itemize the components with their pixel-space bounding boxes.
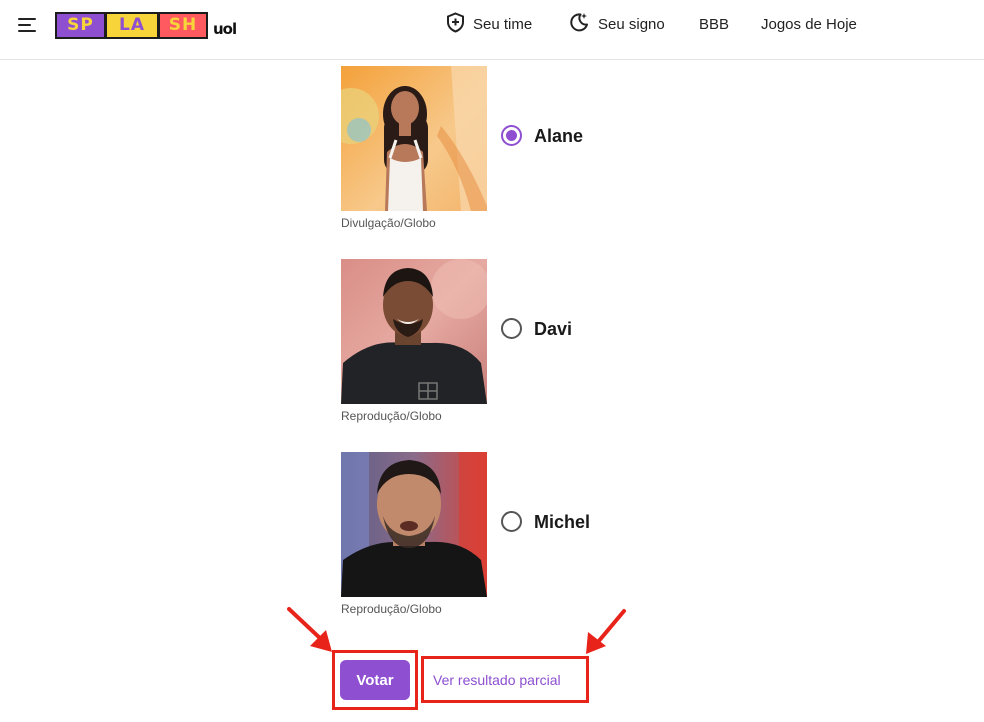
option-name-alane[interactable]: Alane xyxy=(534,126,583,147)
photo-credit: Reprodução/Globo xyxy=(341,409,442,423)
option-name-davi[interactable]: Davi xyxy=(534,319,572,340)
radio-michel[interactable] xyxy=(501,511,522,532)
alane-photo xyxy=(341,66,487,211)
arrow-annotation-left-icon xyxy=(287,607,332,652)
photo-credit: Divulgação/Globo xyxy=(341,216,436,230)
hamburger-menu-icon[interactable] xyxy=(18,15,40,35)
uol-brand: uol xyxy=(213,20,237,38)
nav-seu-time[interactable]: Seu time xyxy=(446,0,532,48)
arrow-annotation-right-icon xyxy=(586,609,626,654)
option-name-michel[interactable]: Michel xyxy=(534,512,590,533)
nav-bbb[interactable]: BBB xyxy=(699,0,729,48)
logo-part-3: SH xyxy=(160,13,206,37)
splash-uol-logo[interactable]: SP LA SH uol xyxy=(55,10,237,40)
radio-davi[interactable] xyxy=(501,318,522,339)
vote-button[interactable]: Votar xyxy=(340,660,410,700)
davi-photo xyxy=(341,259,487,404)
poll-option-michel: Reprodução/Globo Michel xyxy=(340,452,640,632)
poll-option-alane: Divulgação/Globo Alane xyxy=(340,66,640,246)
partial-result-link[interactable]: Ver resultado parcial xyxy=(433,672,561,688)
nav-seu-signo-label: Seu signo xyxy=(598,15,665,33)
michel-photo xyxy=(341,452,487,597)
nav-jogos-de-hoje[interactable]: Jogos de Hoje xyxy=(761,0,857,48)
photo-credit: Reprodução/Globo xyxy=(341,602,442,616)
nav-jogos-label: Jogos de Hoje xyxy=(761,15,857,33)
nav-seu-time-label: Seu time xyxy=(473,15,533,33)
poll-option-davi: Reprodução/Globo Davi xyxy=(340,259,640,439)
radio-alane[interactable] xyxy=(501,125,522,146)
nav-bbb-label: BBB xyxy=(699,15,730,33)
splash-logo: SP LA SH xyxy=(55,11,208,39)
logo-part-2: LA xyxy=(107,13,157,37)
logo-part-1: SP xyxy=(57,13,104,37)
site-header: SP LA SH uol Seu time Seu signo BBB Jogo… xyxy=(0,0,984,60)
nav-seu-signo[interactable]: Seu signo xyxy=(568,0,665,48)
moon-stars-icon xyxy=(568,11,590,37)
shield-plus-icon xyxy=(446,11,465,37)
